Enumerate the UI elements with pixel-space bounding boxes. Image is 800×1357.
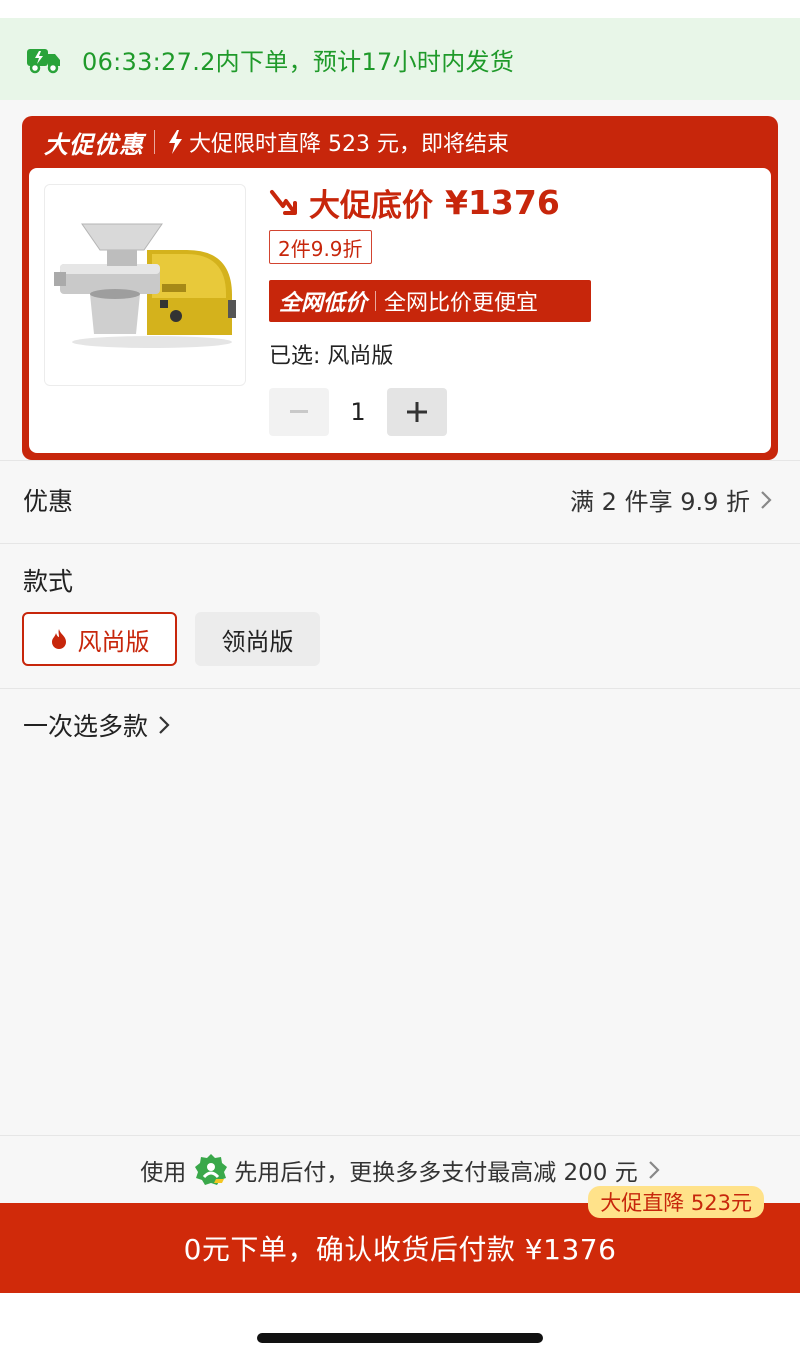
pay-hint-text: 先用后付，更换多多支付最高减 200 元 [234, 1159, 638, 1186]
discount-tag: 2件9.9折 [269, 230, 372, 264]
plus-icon [407, 402, 427, 422]
promo-title: 大促优惠 [44, 130, 144, 159]
product-image[interactable] [44, 184, 246, 386]
bottom-safe-area [0, 1293, 800, 1357]
style-option-label: 领尚版 [221, 627, 294, 656]
chevron-right-icon [159, 716, 170, 734]
quantity-stepper: 1 [269, 388, 447, 436]
flame-icon [51, 629, 66, 649]
shipping-text: 06:33:27.2内下单，预计17小时内发货 [82, 47, 515, 76]
style-label: 款式 [23, 567, 74, 596]
divider [0, 543, 800, 544]
price-label: 大促底价 [309, 188, 433, 224]
chevron-right-icon [648, 1160, 660, 1179]
promo-badge: 大促直降 523元 [588, 1186, 764, 1218]
chevron-right-icon [761, 490, 772, 509]
lowest-price-text: 全网比价更便宜 [384, 291, 539, 316]
price-value: ¥1376 [445, 183, 560, 222]
shipping-banner: 06:33:27.2内下单，预计17小时内发货 [0, 18, 800, 100]
order-button-label: 0元下单，确认收货后付款 ¥1376 [183, 1233, 617, 1266]
discount-row-value[interactable]: 满 2 件享 9.9 折 [570, 482, 772, 517]
divider [154, 130, 155, 154]
divider [0, 460, 800, 461]
promo-card: 大促优惠 大促限时直降 523 元，即将结束 大促底价 ¥1376 2件9.9折… [22, 116, 778, 460]
price-row: 大促底价 ¥1376 [269, 180, 560, 225]
home-indicator[interactable] [257, 1333, 543, 1343]
style-option-label: 风尚版 [77, 627, 150, 656]
style-option-fengshang[interactable]: 风尚版 [22, 612, 177, 666]
product-panel: 大促底价 ¥1376 2件9.9折 全网低价 全网比价更便宜 已选: 风尚版 1 [29, 168, 771, 453]
price-drop-icon [270, 189, 297, 215]
multi-select-link[interactable]: 一次选多款 [23, 707, 170, 743]
lightning-icon [169, 130, 182, 154]
selected-variant: 已选: 风尚版 [269, 344, 394, 369]
decrease-button[interactable] [269, 388, 329, 436]
promo-subtitle: 大促限时直降 523 元，即将结束 [189, 132, 509, 157]
delivery-truck-icon [27, 49, 60, 74]
pay-later-logo-icon [195, 1153, 228, 1185]
multi-select-text: 一次选多款 [23, 712, 149, 741]
discount-value-text: 满 2 件享 9.9 折 [570, 488, 750, 516]
oil-press-image [54, 223, 236, 348]
lowest-price-badge: 全网低价 全网比价更便宜 [269, 280, 591, 322]
lowest-price-title: 全网低价 [279, 291, 368, 316]
style-option-lingshang[interactable]: 领尚版 [195, 612, 320, 666]
quantity-value[interactable]: 1 [329, 398, 387, 426]
discount-row-label: 优惠 [23, 487, 74, 516]
status-area [0, 0, 800, 18]
pay-hint-prefix: 使用 [140, 1159, 187, 1186]
increase-button[interactable] [387, 388, 447, 436]
minus-icon [290, 410, 308, 413]
promo-header: 大促优惠 大促限时直降 523 元，即将结束 [22, 116, 778, 168]
divider [0, 688, 800, 689]
divider [375, 291, 377, 311]
